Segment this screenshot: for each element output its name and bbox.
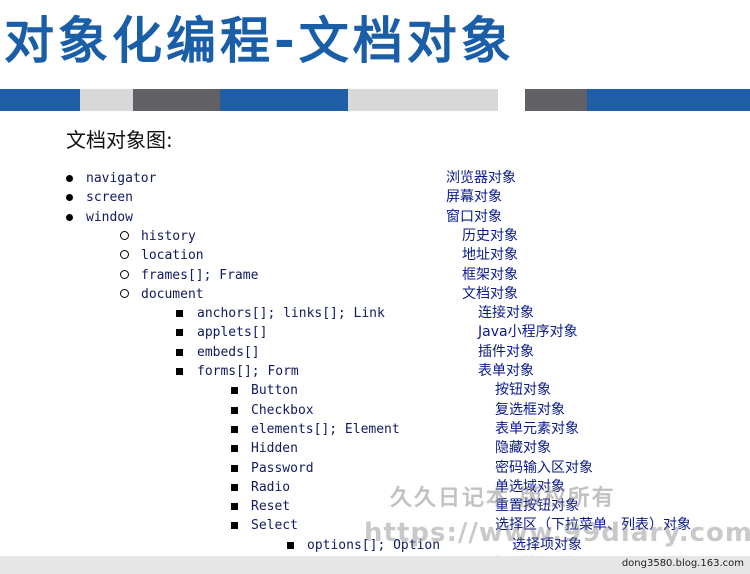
square-bullet-icon	[176, 362, 183, 381]
square-bullet-icon	[231, 401, 238, 420]
tree-node-label: document	[141, 286, 204, 302]
square-bullet-icon	[231, 459, 238, 478]
square-bullet-icon	[176, 343, 183, 362]
tree-node-chinese-label: 文档对象	[462, 285, 518, 302]
tree-node-label: Radio	[251, 479, 291, 495]
tree-node-chinese-label: 复选框对象	[495, 401, 565, 418]
tree-node-chinese-label: 框架对象	[462, 266, 518, 283]
tree-node-label: navigator	[86, 171, 157, 186]
bar-segment	[220, 89, 348, 111]
tree-node-label: Reset	[251, 499, 291, 515]
dot-bullet-icon	[66, 188, 73, 207]
square-bullet-icon	[231, 478, 238, 497]
tree-node-chinese-label: 密码输入区对象	[495, 459, 593, 476]
bar-segment	[0, 89, 80, 111]
tree-node-chinese-label: 浏览器对象	[446, 170, 516, 186]
tree-node-chinese-label: 屏幕对象	[446, 189, 502, 206]
tree-node-chinese-label: 历史对象	[462, 227, 518, 244]
tree-node-label: forms[]; Form	[197, 364, 299, 379]
tree-node-label: Password	[251, 460, 314, 476]
tree-node-chinese-label: 按钮对象	[495, 382, 551, 399]
circle-bullet-icon	[120, 266, 129, 285]
circle-bullet-icon	[120, 227, 129, 246]
bar-segment	[80, 89, 133, 111]
tree-node-chinese-label: 表单元素对象	[495, 420, 579, 437]
watermark-text: 久久日记本 版权所有	[390, 486, 616, 511]
bar-segment	[348, 89, 498, 111]
square-bullet-icon	[176, 323, 183, 342]
square-bullet-icon	[287, 536, 294, 555]
tree-node-chinese-label: 插件对象	[478, 343, 534, 360]
tree-node-label: Checkbox	[251, 402, 314, 418]
credit-text: dong3580.blog.163.com	[621, 558, 744, 569]
tree-node-chinese-label: 表单对象	[478, 363, 534, 379]
bar-segment	[498, 89, 525, 111]
dot-bullet-icon	[66, 208, 73, 227]
square-bullet-icon	[231, 439, 238, 458]
tree-node-chinese-label: 窗口对象	[446, 208, 502, 225]
tree-node-label: location	[141, 248, 204, 264]
tree-node-label: elements[]; Element	[251, 421, 400, 437]
tree-node-label: screen	[86, 190, 133, 206]
tree-node-label: applets[]	[197, 325, 268, 341]
tree-node-chinese-label: 地址对象	[462, 247, 518, 264]
tree-node-label: Hidden	[251, 441, 298, 457]
bar-segment	[133, 89, 220, 111]
square-bullet-icon	[231, 381, 238, 400]
diagram-heading: 文档对象图:	[66, 128, 173, 152]
square-bullet-icon	[176, 304, 183, 323]
tree-node-label: frames[]; Frame	[141, 267, 259, 283]
page-title: 对象化编程-文档对象	[4, 12, 515, 70]
tree-node-chinese-label: Java小程序对象	[478, 324, 578, 341]
square-bullet-icon	[231, 516, 238, 535]
circle-bullet-icon	[120, 285, 129, 304]
tree-node-label: window	[86, 209, 133, 225]
header-color-bar	[0, 89, 750, 111]
square-bullet-icon	[231, 497, 238, 516]
circle-bullet-icon	[120, 246, 129, 265]
watermark-url: https://www.99diary.com	[364, 518, 750, 548]
tree-node-label: Select	[251, 518, 298, 534]
tree-node-label: anchors[]; links[]; Link	[197, 306, 385, 322]
bar-segment	[587, 89, 750, 111]
tree-node-label: Button	[251, 383, 298, 399]
tree-node-label: embeds[]	[197, 344, 260, 360]
tree-node-chinese-label: 连接对象	[478, 305, 534, 322]
dot-bullet-icon	[66, 169, 73, 188]
bar-segment	[525, 89, 587, 111]
tree-node-chinese-label: 隐藏对象	[495, 440, 551, 457]
tree-node-label: history	[141, 228, 196, 244]
square-bullet-icon	[231, 420, 238, 439]
